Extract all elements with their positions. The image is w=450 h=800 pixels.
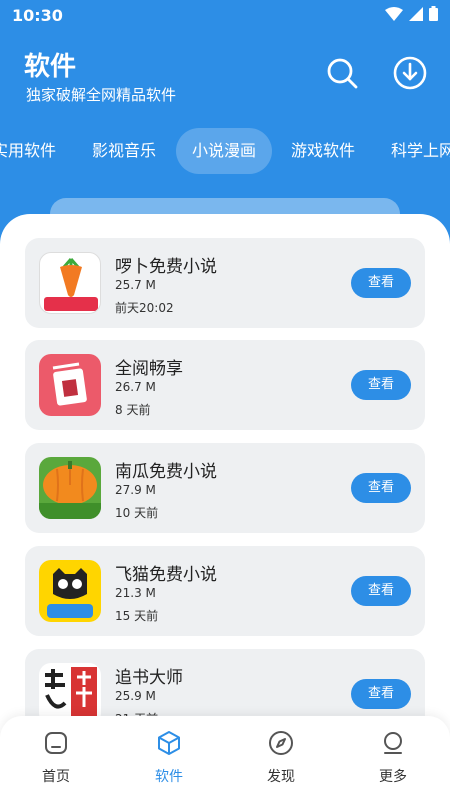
app-size: 25.9 M [115,689,156,703]
home-icon [45,732,67,754]
app-size: 21.3 M [115,586,156,600]
compass-icon [269,731,293,755]
app-list-sheet: 啰卜免费小说 25.7 M 前天20:02 查看 全阅畅享 26.7 M 8 天… [0,214,450,800]
tab-games[interactable]: 游戏软件 [291,128,355,174]
app-logo [39,560,101,622]
nav-home-label: 首页 [42,769,70,785]
app-size: 25.7 M [115,278,156,292]
nav-discover-label: 发现 [267,769,295,785]
nav-software-label: 软件 [155,769,183,785]
battery-icon [429,6,438,21]
app-size: 26.7 M [115,380,156,394]
nav-more-label: 更多 [379,769,407,785]
nav-software[interactable]: 软件 [129,730,209,786]
download-icon [393,56,427,90]
wifi-icon [385,6,403,21]
app-name: 追书大师 [115,668,183,688]
tab-vpn[interactable]: 科学上网 [391,128,450,174]
list-item[interactable]: 啰卜免费小说 25.7 M 前天20:02 查看 [25,238,425,328]
tab-novel-comic[interactable]: 小说漫画 [176,128,273,174]
tab-video-music[interactable]: 影视音乐 [92,128,156,174]
app-updated: 8 天前 [115,403,151,417]
search-button[interactable] [324,55,360,91]
view-button[interactable]: 查看 [351,473,411,503]
view-button[interactable]: 查看 [351,679,411,709]
app-updated: 15 天前 [115,609,159,623]
search-icon [327,58,358,89]
cube-icon [158,731,180,755]
list-item[interactable]: 南瓜免费小说 27.9 M 10 天前 查看 [25,443,425,533]
app-updated: 10 天前 [115,506,159,520]
view-button[interactable]: 查看 [351,576,411,606]
app-name: 啰卜免费小说 [115,257,217,277]
app-name: 全阅畅享 [115,359,183,379]
status-icons [385,6,438,21]
profile-icon [384,732,402,754]
app-logo [39,354,101,416]
signal-icon [409,6,423,21]
status-bar: 10:30 [0,0,450,32]
list-item[interactable]: 全阅畅享 26.7 M 8 天前 查看 [25,340,425,430]
nav-more[interactable]: 更多 [353,730,433,786]
tab-utility[interactable]: 实用软件 [0,128,56,174]
app-size: 27.9 M [115,483,156,497]
nav-discover[interactable]: 发现 [241,730,321,786]
app-logo [39,457,101,519]
view-button[interactable]: 查看 [351,268,411,298]
nav-home[interactable]: 首页 [16,730,96,786]
app-updated: 前天20:02 [115,301,174,315]
page-title: 软件 [24,52,77,82]
category-tabs: 实用软件 影视音乐 小说漫画 游戏软件 科学上网 [0,128,450,174]
status-time: 10:30 [12,6,63,25]
list-item[interactable]: 飞猫免费小说 21.3 M 15 天前 查看 [25,546,425,636]
app-logo [39,252,101,314]
view-button[interactable]: 查看 [351,370,411,400]
download-button[interactable] [392,55,428,91]
app-name: 南瓜免费小说 [115,462,217,482]
bottom-nav: 首页 软件 发现 更多 [0,716,450,800]
app-name: 飞猫免费小说 [115,565,217,585]
page-subtitle: 独家破解全网精品软件 [26,86,177,104]
